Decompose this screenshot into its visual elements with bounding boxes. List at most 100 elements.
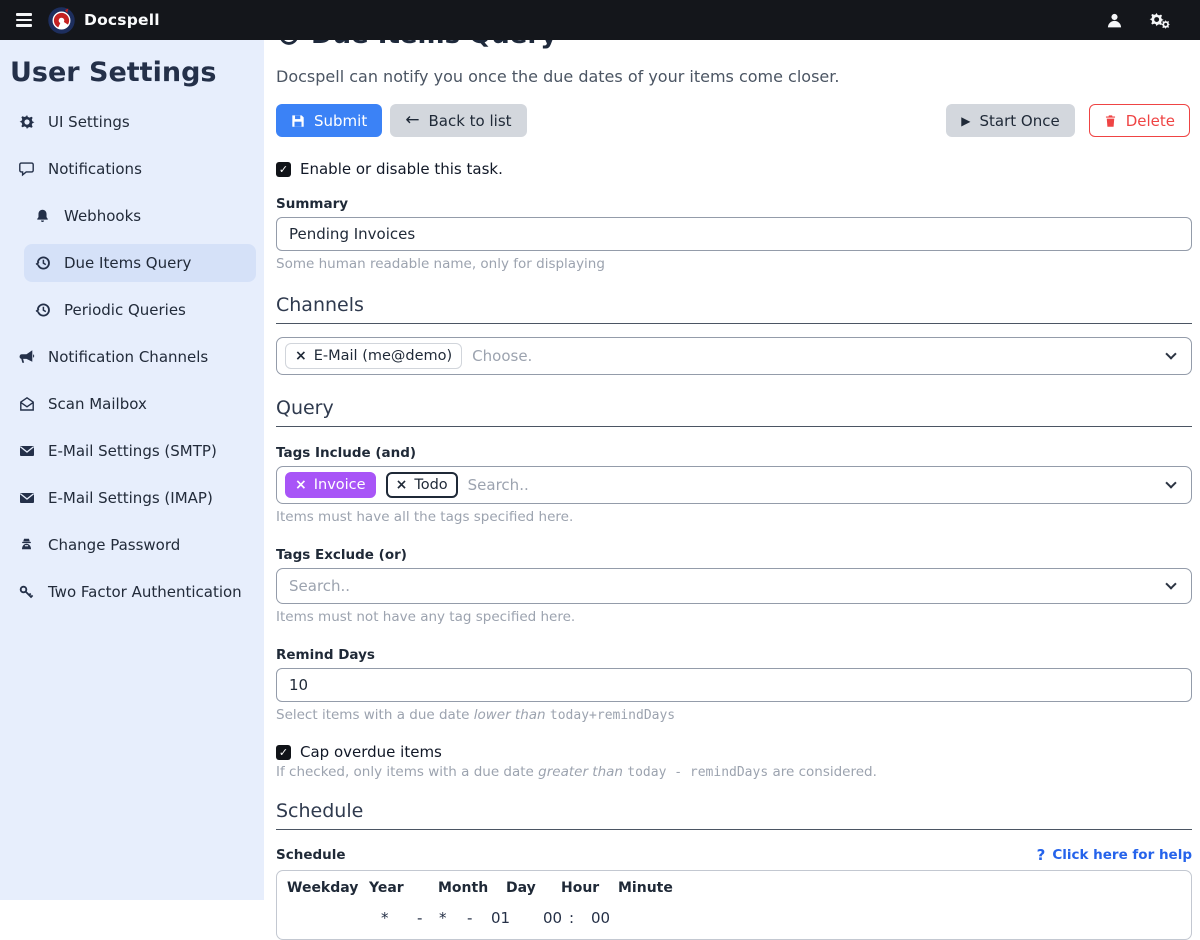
- submit-button[interactable]: Submit: [276, 104, 382, 137]
- schedule-label-row: Schedule ? Click here for help: [276, 846, 1192, 864]
- enable-task-label: Enable or disable this task.: [300, 160, 503, 178]
- enable-task-row: Enable or disable this task.: [276, 160, 1192, 178]
- sidebar-item-webhooks[interactable]: Webhooks: [24, 197, 256, 235]
- action-bar: Submit ← Back to list ▶ Start Once Delet…: [276, 104, 1192, 137]
- sidebar-item-label: Notification Channels: [48, 348, 208, 366]
- cap-overdue-row: Cap overdue items: [276, 743, 1192, 761]
- enable-task-checkbox[interactable]: [276, 162, 291, 177]
- envelope-open-icon: [18, 396, 35, 413]
- tags-include-label: Tags Include (and): [276, 445, 1192, 461]
- col-day: Day: [506, 880, 536, 896]
- sidebar-item-change-password[interactable]: Change Password: [8, 526, 256, 564]
- sidebar-item-label: Due Items Query: [64, 254, 191, 272]
- sidebar-item-label: Periodic Queries: [64, 301, 186, 319]
- bullhorn-icon: [18, 349, 35, 366]
- cap-overdue-checkbox[interactable]: [276, 745, 291, 760]
- sidebar-item-label: Scan Mailbox: [48, 395, 147, 413]
- tags-include-placeholder: Search..: [468, 476, 529, 494]
- query-section-heading: Query: [276, 397, 1192, 427]
- sidebar-item-label: UI Settings: [48, 113, 130, 131]
- tags-include-help: Items must have all the tags specified h…: [276, 509, 1192, 525]
- tags-exclude-label: Tags Exclude (or): [276, 547, 1192, 563]
- settings-sidebar: User Settings UI Settings Notifications …: [0, 40, 264, 900]
- hamburger-menu-icon[interactable]: [14, 9, 34, 30]
- top-navbar: Docspell: [0, 0, 1200, 40]
- sidebar-item-two-factor-auth[interactable]: Two Factor Authentication: [8, 573, 256, 611]
- sidebar-item-periodic-queries[interactable]: Periodic Queries: [24, 291, 256, 329]
- gear-icon: [18, 114, 35, 131]
- remove-chip-icon[interactable]: ×: [396, 478, 408, 492]
- back-to-list-button[interactable]: ← Back to list: [390, 104, 526, 137]
- history-icon: [34, 302, 51, 319]
- save-icon: [291, 114, 305, 128]
- start-once-button[interactable]: ▶ Start Once: [946, 104, 1074, 137]
- col-month: Month: [438, 880, 488, 896]
- cap-overdue-help: If checked, only items with a due date g…: [276, 764, 1192, 780]
- cap-overdue-label: Cap overdue items: [300, 743, 442, 761]
- remove-chip-icon[interactable]: ×: [295, 349, 307, 363]
- sidebar-item-label: Change Password: [48, 536, 180, 554]
- schedule-help-link[interactable]: ? Click here for help: [1037, 846, 1192, 864]
- schedule-section-heading: Schedule: [276, 800, 1192, 830]
- sidebar-item-scan-mailbox[interactable]: Scan Mailbox: [8, 385, 256, 423]
- remove-chip-icon[interactable]: ×: [295, 478, 307, 492]
- play-icon: ▶: [961, 115, 970, 127]
- user-account-icon[interactable]: [1106, 12, 1123, 29]
- sidebar-item-notification-channels[interactable]: Notification Channels: [8, 338, 256, 376]
- schedule-day-value[interactable]: 01: [491, 909, 510, 927]
- envelope-icon: [18, 443, 35, 460]
- trash-icon: [1104, 114, 1117, 128]
- summary-label: Summary: [276, 196, 1192, 212]
- delete-button[interactable]: Delete: [1089, 104, 1190, 137]
- schedule-table: Weekday Year Month Day Hour Minute * - *…: [276, 870, 1192, 940]
- schedule-label: Schedule: [276, 847, 346, 863]
- remind-days-input[interactable]: [276, 668, 1192, 702]
- tags-exclude-select[interactable]: Search..: [276, 568, 1192, 604]
- bell-icon: [34, 208, 51, 225]
- settings-cogs-icon[interactable]: [1149, 11, 1170, 30]
- separator: -: [467, 909, 472, 927]
- user-secret-icon: [18, 537, 35, 554]
- channels-section-heading: Channels: [276, 294, 1192, 324]
- sidebar-item-email-settings-imap[interactable]: E-Mail Settings (IMAP): [8, 479, 256, 517]
- sidebar-item-label: E-Mail Settings (IMAP): [48, 489, 213, 507]
- remind-days-label: Remind Days: [276, 647, 1192, 663]
- tag-chip-invoice[interactable]: × Invoice: [285, 472, 376, 498]
- history-icon: [34, 255, 51, 272]
- sidebar-item-notifications[interactable]: Notifications: [8, 150, 256, 188]
- docspell-logo-icon: [48, 7, 75, 34]
- schedule-month-value[interactable]: *: [439, 909, 447, 927]
- sidebar-item-ui-settings[interactable]: UI Settings: [8, 103, 256, 141]
- chevron-down-icon[interactable]: [1165, 578, 1176, 589]
- channels-select[interactable]: × E-Mail (me@demo) Choose.: [276, 337, 1192, 375]
- sidebar-item-label: Webhooks: [64, 207, 141, 225]
- chevron-down-icon[interactable]: [1165, 477, 1176, 488]
- channel-chip[interactable]: × E-Mail (me@demo): [285, 343, 462, 369]
- app-brand[interactable]: Docspell: [48, 7, 160, 34]
- schedule-hour-value[interactable]: 00: [543, 909, 562, 927]
- channels-placeholder: Choose.: [472, 347, 532, 365]
- comment-icon: [18, 161, 35, 178]
- sidebar-item-label: Two Factor Authentication: [48, 583, 242, 601]
- sidebar-item-email-settings-smtp[interactable]: E-Mail Settings (SMTP): [8, 432, 256, 470]
- schedule-minute-value[interactable]: 00: [591, 909, 610, 927]
- question-mark-icon: ?: [1037, 846, 1046, 864]
- col-minute: Minute: [618, 880, 673, 896]
- envelope-icon: [18, 490, 35, 507]
- tag-chip-todo[interactable]: × Todo: [386, 472, 458, 498]
- sidebar-item-due-items-query[interactable]: Due Items Query: [24, 244, 256, 282]
- col-year: Year: [369, 880, 404, 896]
- colon-separator: :: [569, 909, 574, 927]
- sidebar-item-label: E-Mail Settings (SMTP): [48, 442, 217, 460]
- summary-input[interactable]: [276, 217, 1192, 251]
- schedule-year-value[interactable]: *: [381, 909, 389, 927]
- key-icon: [18, 584, 35, 601]
- separator: -: [417, 909, 422, 927]
- col-weekday: Weekday: [287, 880, 358, 896]
- chevron-down-icon[interactable]: [1165, 348, 1176, 359]
- app-title: Docspell: [84, 11, 160, 29]
- tags-include-select[interactable]: × Invoice × Todo Search..: [276, 466, 1192, 504]
- main-content: Due Items Query Docspell can notify you …: [264, 0, 1200, 940]
- remind-days-help: Select items with a due date lower than …: [276, 707, 1192, 723]
- sidebar-item-label: Notifications: [48, 160, 142, 178]
